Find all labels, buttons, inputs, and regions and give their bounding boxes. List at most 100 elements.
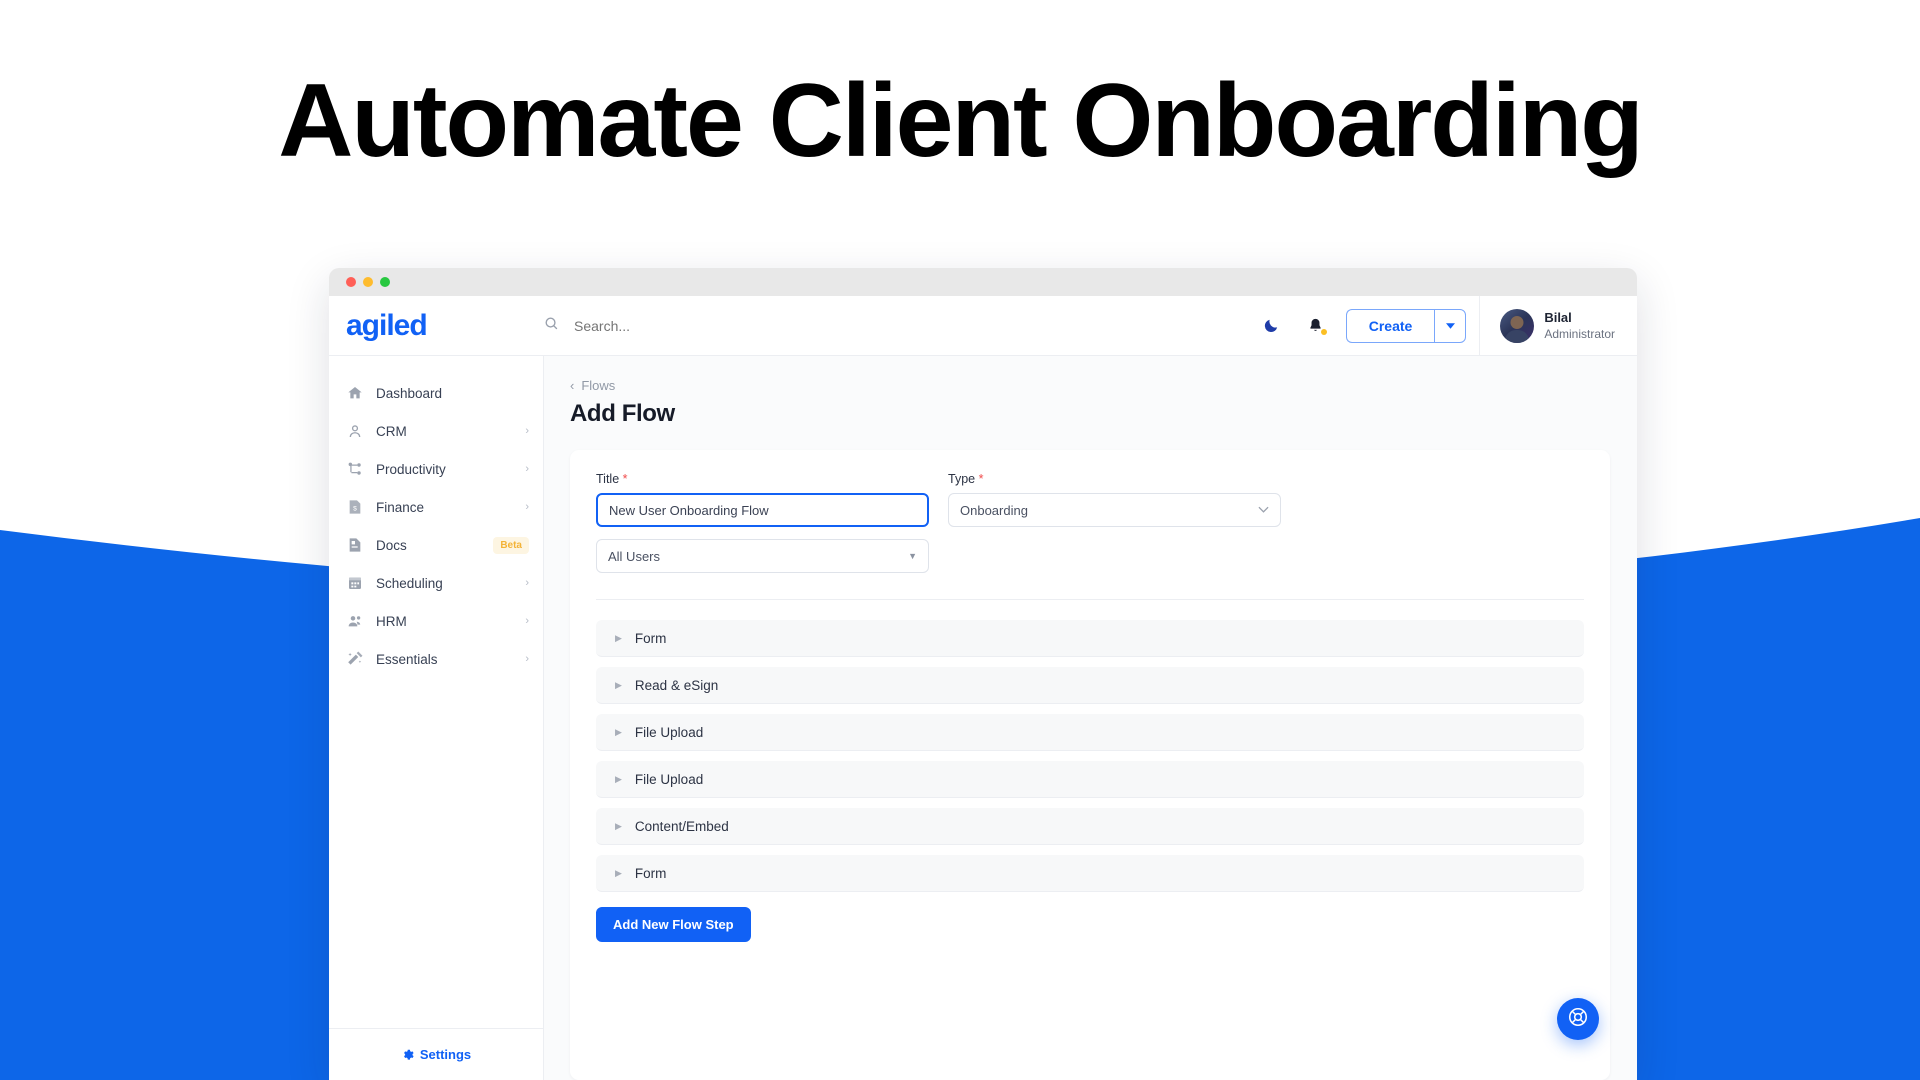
settings-label: Settings (419, 1047, 472, 1062)
user-menu[interactable]: Bilal Administrator (1479, 296, 1637, 355)
sidebar-item-docs[interactable]: Docs Beta (329, 526, 543, 564)
svg-text:$: $ (353, 505, 357, 512)
title-field-label: Title * (596, 472, 628, 486)
sidebar-item-label: Docs (376, 537, 407, 553)
chevron-right-icon: › (525, 463, 529, 475)
users-select[interactable]: All Users ▼ (596, 539, 929, 573)
chevron-left-icon: ‹ (570, 378, 575, 393)
chevron-right-icon: › (525, 577, 529, 589)
breadcrumb[interactable]: ‹ Flows (570, 378, 1607, 393)
user-icon (346, 423, 363, 440)
flow-step-label: File Upload (634, 771, 704, 787)
user-role: Administrator (1544, 327, 1615, 342)
caret-right-icon: ▶ (615, 820, 622, 831)
beta-badge: Beta (493, 536, 529, 554)
maximize-window-button[interactable] (380, 277, 390, 287)
title-input[interactable] (596, 493, 929, 527)
flow-step-label: Read & eSign (634, 677, 719, 693)
topbar-actions: Create Bilal Administrator (1250, 296, 1637, 355)
avatar (1500, 308, 1535, 343)
add-new-flow-step-button[interactable]: Add New Flow Step (596, 907, 751, 942)
sidebar-item-label: Productivity (376, 461, 446, 477)
chevron-right-icon: › (525, 653, 529, 665)
flow-step-row[interactable]: ▶ File Upload (596, 761, 1584, 798)
caret-right-icon: ▶ (615, 632, 622, 643)
notification-badge-dot (1320, 329, 1327, 335)
sidebar-item-label: CRM (376, 423, 407, 439)
sidebar-item-label: Dashboard (376, 385, 443, 401)
flow-step-label: Form (634, 865, 667, 881)
flow-step-row[interactable]: ▶ Read & eSign (596, 667, 1584, 704)
form-fields-row: Title * Type * Onboarding (596, 472, 1584, 527)
sidebar-item-label: Essentials (376, 651, 438, 667)
window-title-bar (329, 268, 1637, 296)
gear-icon (401, 1047, 414, 1063)
section-divider (596, 599, 1584, 600)
title-field-group: Title * (596, 472, 929, 527)
notifications-button[interactable] (1294, 317, 1338, 335)
type-select-value: Onboarding (960, 502, 1028, 518)
breadcrumb-label: Flows (581, 378, 616, 393)
document-icon (346, 537, 363, 554)
app-window: agiled Create (329, 268, 1637, 1080)
users-select-value: All Users (608, 548, 661, 564)
magic-wand-icon (346, 651, 363, 668)
invoice-icon: $ (346, 499, 363, 516)
sidebar-item-productivity[interactable]: Productivity › (329, 450, 543, 488)
search-input[interactable] (574, 317, 954, 334)
sidebar-item-label: Scheduling (376, 575, 443, 591)
type-field-group: Type * Onboarding (948, 472, 1281, 527)
top-navigation-bar: agiled Create (329, 296, 1637, 356)
help-support-button[interactable] (1557, 998, 1599, 1040)
sidebar: Dashboard CRM › Productivity › $ Finance… (329, 356, 544, 1080)
flow-step-row[interactable]: ▶ File Upload (596, 714, 1584, 751)
flow-step-label: Content/Embed (634, 818, 729, 834)
sidebar-settings-link[interactable]: Settings (329, 1028, 543, 1080)
sidebar-item-finance[interactable]: $ Finance › (329, 488, 543, 526)
page-headline: Automate Client Onboarding (278, 63, 1644, 179)
close-window-button[interactable] (346, 277, 356, 287)
user-name: Bilal (1544, 309, 1572, 325)
flow-steps-list: ▶ Form ▶ Read & eSign ▶ File Upload ▶ Fi… (596, 620, 1584, 892)
sidebar-item-essentials[interactable]: Essentials › (329, 640, 543, 678)
global-search[interactable] (544, 316, 1250, 336)
sidebar-item-hrm[interactable]: HRM › (329, 602, 543, 640)
workflow-icon (346, 461, 363, 478)
flow-step-row[interactable]: ▶ Form (596, 620, 1584, 657)
create-dropdown-toggle[interactable] (1434, 308, 1467, 343)
flow-step-label: File Upload (634, 724, 704, 740)
required-asterisk: * (619, 472, 628, 486)
required-asterisk: * (975, 472, 984, 486)
page-title: Add Flow (570, 400, 675, 427)
home-icon (346, 385, 363, 402)
sidebar-item-label: HRM (376, 613, 407, 629)
create-button[interactable]: Create (1345, 308, 1435, 343)
flow-step-label: Form (634, 630, 667, 646)
caret-right-icon: ▶ (615, 773, 622, 784)
type-select[interactable]: Onboarding (948, 493, 1281, 527)
theme-toggle-button[interactable] (1250, 317, 1294, 334)
chevron-right-icon: › (525, 501, 529, 513)
flow-step-row[interactable]: ▶ Content/Embed (596, 808, 1584, 845)
main-header: ‹ Flows Add Flow (544, 356, 1637, 428)
sidebar-item-scheduling[interactable]: Scheduling › (329, 564, 543, 602)
main-content: ‹ Flows Add Flow Title * Type * (544, 356, 1637, 1080)
caret-down-icon: ▼ (908, 551, 917, 561)
caret-down-icon (1445, 322, 1455, 329)
caret-right-icon: ▶ (615, 679, 622, 690)
chevron-right-icon: › (525, 615, 529, 627)
minimize-window-button[interactable] (363, 277, 373, 287)
type-field-label: Type * (948, 472, 984, 486)
caret-right-icon: ▶ (615, 726, 622, 737)
sidebar-item-label: Finance (376, 499, 425, 515)
create-button-group: Create (1345, 308, 1467, 343)
life-ring-icon (1567, 1006, 1589, 1033)
flow-step-row[interactable]: ▶ Form (596, 855, 1584, 892)
caret-right-icon: ▶ (615, 867, 622, 878)
sidebar-item-dashboard[interactable]: Dashboard (329, 374, 543, 412)
chevron-right-icon: › (525, 425, 529, 437)
search-icon (544, 316, 559, 336)
brand-logo[interactable]: agiled (329, 309, 544, 343)
sidebar-item-crm[interactable]: CRM › (329, 412, 543, 450)
calendar-icon (346, 575, 363, 592)
